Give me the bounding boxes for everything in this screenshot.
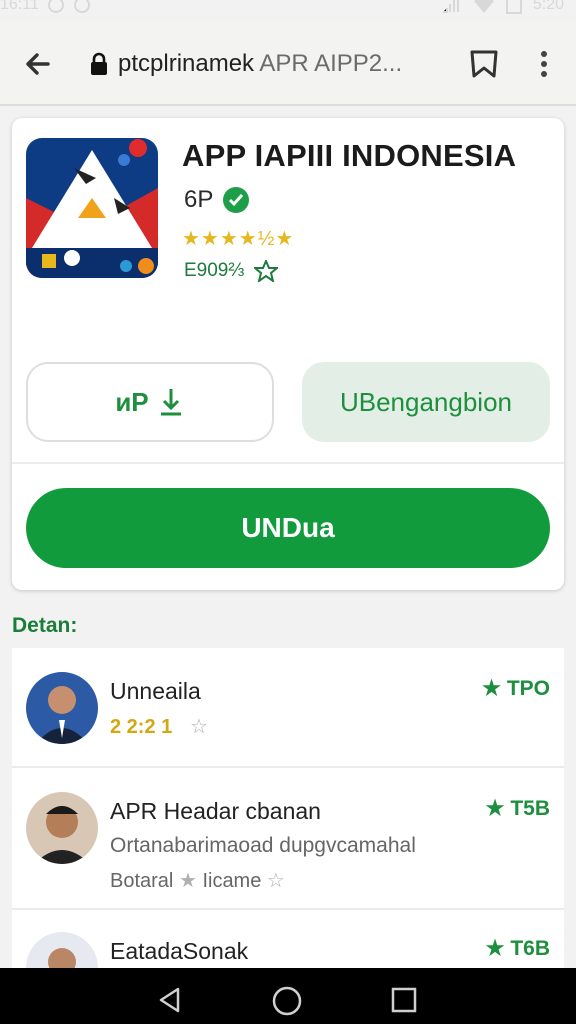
developer-row: 6P [184, 186, 250, 214]
reviewer-name: EatadaSonak [110, 938, 249, 964]
url-field[interactable]: ptcplrinamek APR AIPP2... [118, 50, 402, 78]
review-meta: Botaral ★ Iicame ☆ [110, 868, 285, 893]
list-item[interactable]: APR Headar cbanan Ortanabarimaoad dupgvc… [12, 768, 564, 910]
nav-recent-icon[interactable] [390, 986, 418, 1014]
review-list: Unneaila 2 2:2 1 ☆ ★ TPO APR Headar cban… [12, 648, 564, 978]
star-icon: ★ [485, 937, 505, 960]
star-icon: ☆ [190, 716, 208, 738]
install-button[interactable]: ᴎP [26, 362, 274, 442]
signal-icon [442, 0, 459, 13]
developer-name[interactable]: 6P [184, 186, 213, 214]
review-rating: 2 2:2 1 [110, 716, 173, 738]
downloads-row: E909⅔ [184, 260, 279, 282]
browser-toolbar: ptcplrinamek APR AIPP2... [0, 22, 576, 106]
app-title: APP IAPIII INDONESIA [182, 138, 517, 173]
avatar [26, 792, 98, 864]
back-arrow-icon[interactable] [20, 46, 56, 82]
nav-back-icon[interactable] [156, 986, 184, 1014]
star-icon: ★ [482, 677, 501, 700]
status-time: 16:11 [0, 0, 39, 13]
verified-icon [223, 187, 250, 213]
system-navbar [0, 968, 576, 1024]
install-label: ᴎP [115, 386, 149, 417]
review-score-text: TPO [506, 677, 550, 700]
review-score: ★ T6B [486, 936, 550, 961]
section-title: Detan: [12, 614, 78, 637]
review-meta-text-2: Iicame [202, 870, 262, 892]
reviewer-name: APR Headar cbanan [110, 798, 321, 824]
app-card: APP IAPIII INDONESIA 6P ★★★★½★ E909⅔ ᴎP … [12, 118, 564, 590]
menu-dots-icon[interactable] [532, 46, 556, 82]
review-score-text: T6B [510, 937, 550, 960]
circle-icon [73, 0, 90, 13]
circle-icon [47, 0, 64, 13]
divider [12, 462, 564, 464]
list-item[interactable]: Unneaila 2 2:2 1 ☆ ★ TPO [12, 648, 564, 768]
primary-download-button[interactable]: UNDua [26, 488, 550, 568]
review-score: ★ T5B [486, 796, 550, 821]
review-score-text: T5B [510, 797, 550, 820]
avatar [26, 672, 98, 744]
lock-icon [91, 52, 107, 75]
download-icon [160, 389, 181, 416]
downloads-count: E909⅔ [184, 260, 245, 281]
battery-text: 5:20 [532, 0, 564, 13]
url-suffix: APR AIPP2... [259, 50, 403, 77]
star-icon [254, 260, 279, 282]
battery-icon [505, 0, 522, 14]
star-icon: ★ [178, 870, 197, 892]
app-icon [26, 138, 158, 278]
reviewer-name: Unneaila [110, 678, 201, 704]
star-icon: ★ [485, 797, 505, 820]
app-rating: ★★★★½★ [182, 228, 295, 250]
review-text: Ortanabarimaoad dupgvcamahal [110, 834, 416, 857]
bookmark-icon[interactable] [466, 46, 502, 82]
star-icon: ☆ [266, 870, 285, 892]
url-text: ptcplrinamek [118, 50, 255, 77]
secondary-button[interactable]: UBengangbion [302, 362, 550, 442]
wifi-icon [473, 0, 494, 13]
status-bar: 16:11 5:20 [0, 0, 576, 20]
review-meta-text: Botaral [110, 870, 174, 892]
review-score: ★ TPO [482, 676, 550, 701]
nav-home-icon[interactable] [270, 984, 304, 1018]
